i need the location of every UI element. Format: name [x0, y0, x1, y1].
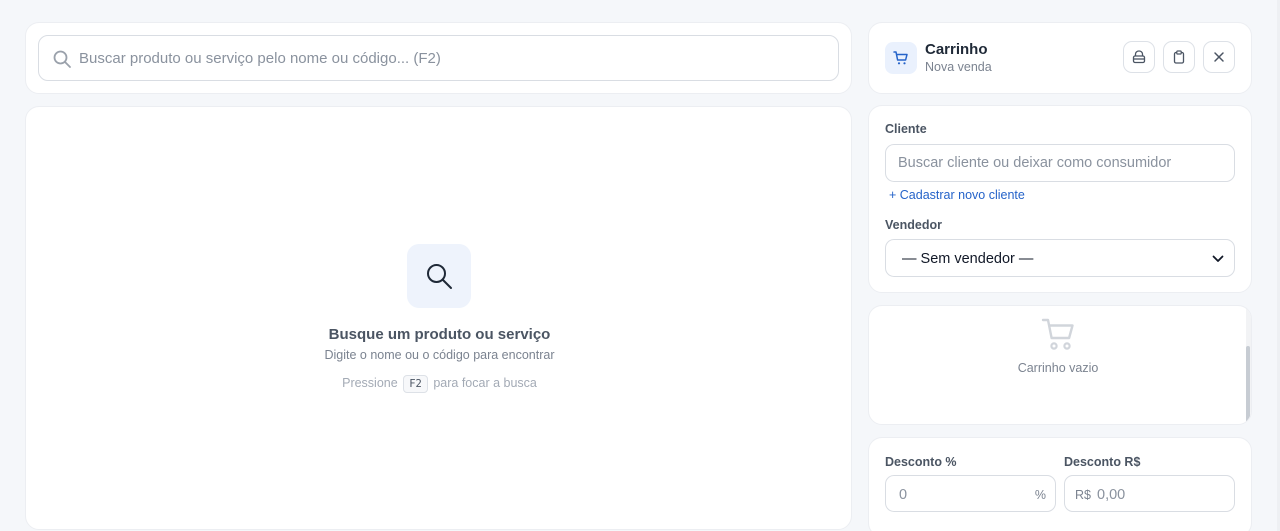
currency-prefix: R$: [1075, 488, 1091, 502]
empty-state-subtitle: Digite o nome ou o código para encontrar: [324, 348, 555, 362]
empty-state-title: Busque um produto ou serviço: [328, 326, 551, 343]
hint-suffix: para focar a busca: [433, 376, 537, 390]
seller-select[interactable]: — Sem vendedor —: [885, 239, 1235, 277]
seller-selected-value: — Sem vendedor —: [902, 251, 1034, 267]
empty-state-search-icon: [407, 244, 471, 308]
hint-prefix: Pressione: [342, 376, 398, 390]
discount-value-placeholder: 0,00: [1097, 487, 1126, 503]
discount-percent-input[interactable]: 0 %: [885, 475, 1056, 512]
discount-percent-label: Desconto %: [885, 455, 957, 469]
new-client-link[interactable]: + Cadastrar novo cliente: [889, 188, 1025, 202]
cart-icon: [885, 42, 917, 74]
cart-scrollbar-thumb[interactable]: [1246, 346, 1250, 424]
cart-subtitle: Nova venda: [925, 60, 992, 74]
close-button[interactable]: [1203, 41, 1235, 73]
search-results-panel: Busque um produto ou serviço Digite o no…: [25, 106, 852, 530]
product-search-box[interactable]: [38, 35, 839, 81]
discount-percent-placeholder: 0: [899, 487, 908, 503]
hold-icon: [1132, 50, 1146, 64]
cart-title: Carrinho: [925, 41, 988, 58]
chevron-down-icon: [1212, 255, 1224, 262]
f2-key-badge: F2: [403, 375, 428, 393]
saved-sales-button[interactable]: [1163, 41, 1195, 73]
client-seller-card: Cliente + Cadastrar novo cliente Vendedo…: [868, 105, 1252, 293]
hold-sale-button[interactable]: [1123, 41, 1155, 73]
cart-items-panel: Carrinho vazio: [868, 305, 1252, 425]
product-search-card: [25, 22, 852, 94]
empty-state-hint: Pressione F2 para focar a busca: [26, 375, 853, 393]
client-search-input[interactable]: [885, 144, 1235, 182]
close-icon: [1214, 52, 1224, 62]
search-icon: [52, 49, 72, 69]
discount-value-label: Desconto R$: [1064, 455, 1141, 469]
seller-label: Vendedor: [885, 218, 942, 232]
product-search-input[interactable]: [79, 36, 819, 80]
client-label: Cliente: [885, 122, 927, 136]
empty-cart-icon: [1041, 316, 1077, 357]
clipboard-icon: [1173, 50, 1185, 64]
discount-card: Desconto % Desconto R$ 0 % R$ 0,00: [868, 437, 1252, 531]
cart-empty-text: Carrinho vazio: [1017, 361, 1099, 375]
cart-header: Carrinho Nova venda: [868, 22, 1252, 94]
discount-value-input[interactable]: R$ 0,00: [1064, 475, 1235, 512]
percent-unit: %: [1034, 488, 1046, 502]
